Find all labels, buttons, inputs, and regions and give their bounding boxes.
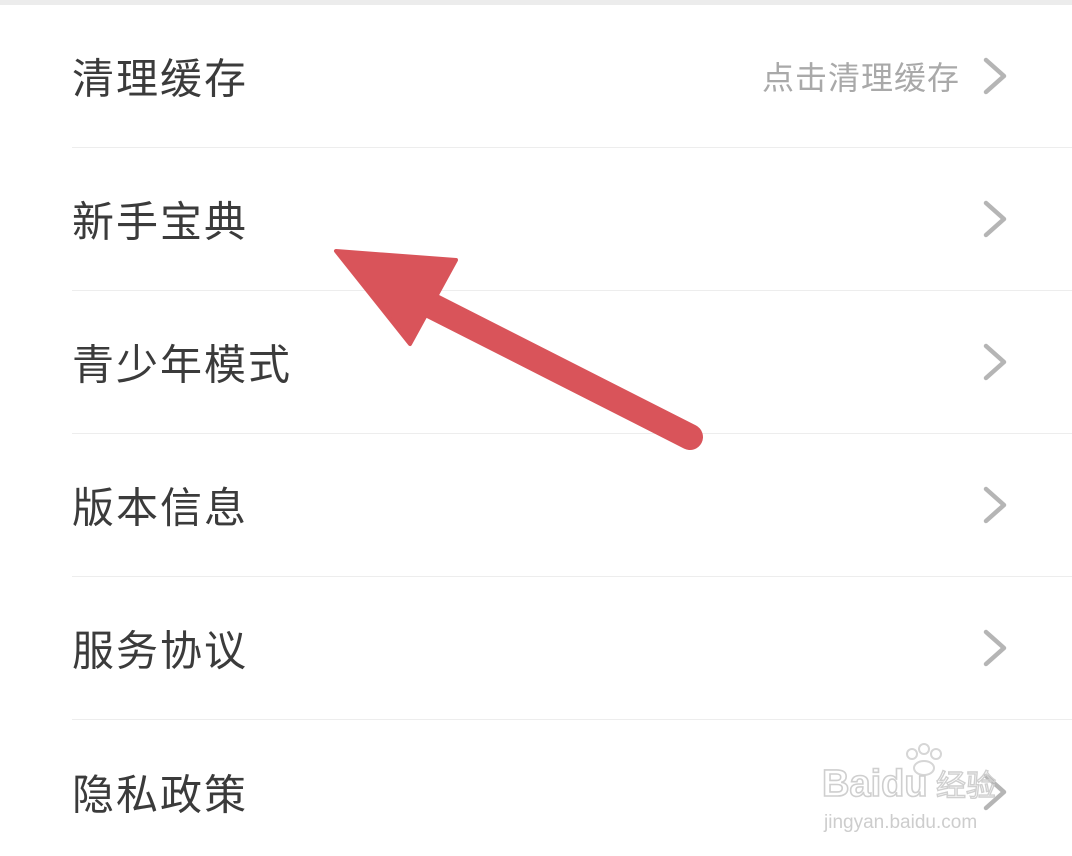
settings-page: 清理缓存 点击清理缓存 新手宝典 青少年模式 版本信息 服务协议 隐私政策 Ba… [0, 0, 1072, 856]
settings-item-youth-mode[interactable]: 青少年模式 [72, 291, 1072, 434]
settings-item-privacy-policy[interactable]: 隐私政策 [72, 720, 1072, 856]
settings-item-label: 版本信息 [72, 483, 249, 533]
settings-item-label: 新手宝典 [72, 197, 249, 247]
settings-list: 清理缓存 点击清理缓存 新手宝典 青少年模式 版本信息 服务协议 隐私政策 [0, 5, 1072, 856]
chevron-right-icon [980, 54, 1010, 98]
chevron-right-icon [980, 626, 1010, 670]
chevron-right-icon [980, 340, 1010, 384]
settings-item-version-info[interactable]: 版本信息 [72, 434, 1072, 577]
settings-item-beginner-guide[interactable]: 新手宝典 [72, 148, 1072, 291]
settings-item-label: 隐私政策 [72, 770, 249, 819]
chevron-right-icon [980, 770, 1010, 814]
settings-item-clear-cache[interactable]: 清理缓存 点击清理缓存 [72, 5, 1072, 148]
settings-item-label: 清理缓存 [72, 54, 249, 104]
settings-item-service-agreement[interactable]: 服务协议 [72, 577, 1072, 720]
clear-cache-hint: 点击清理缓存 [761, 59, 960, 97]
chevron-right-icon [980, 197, 1010, 241]
settings-item-label: 青少年模式 [72, 340, 293, 390]
settings-item-label: 服务协议 [72, 626, 249, 676]
chevron-right-icon [980, 483, 1010, 527]
